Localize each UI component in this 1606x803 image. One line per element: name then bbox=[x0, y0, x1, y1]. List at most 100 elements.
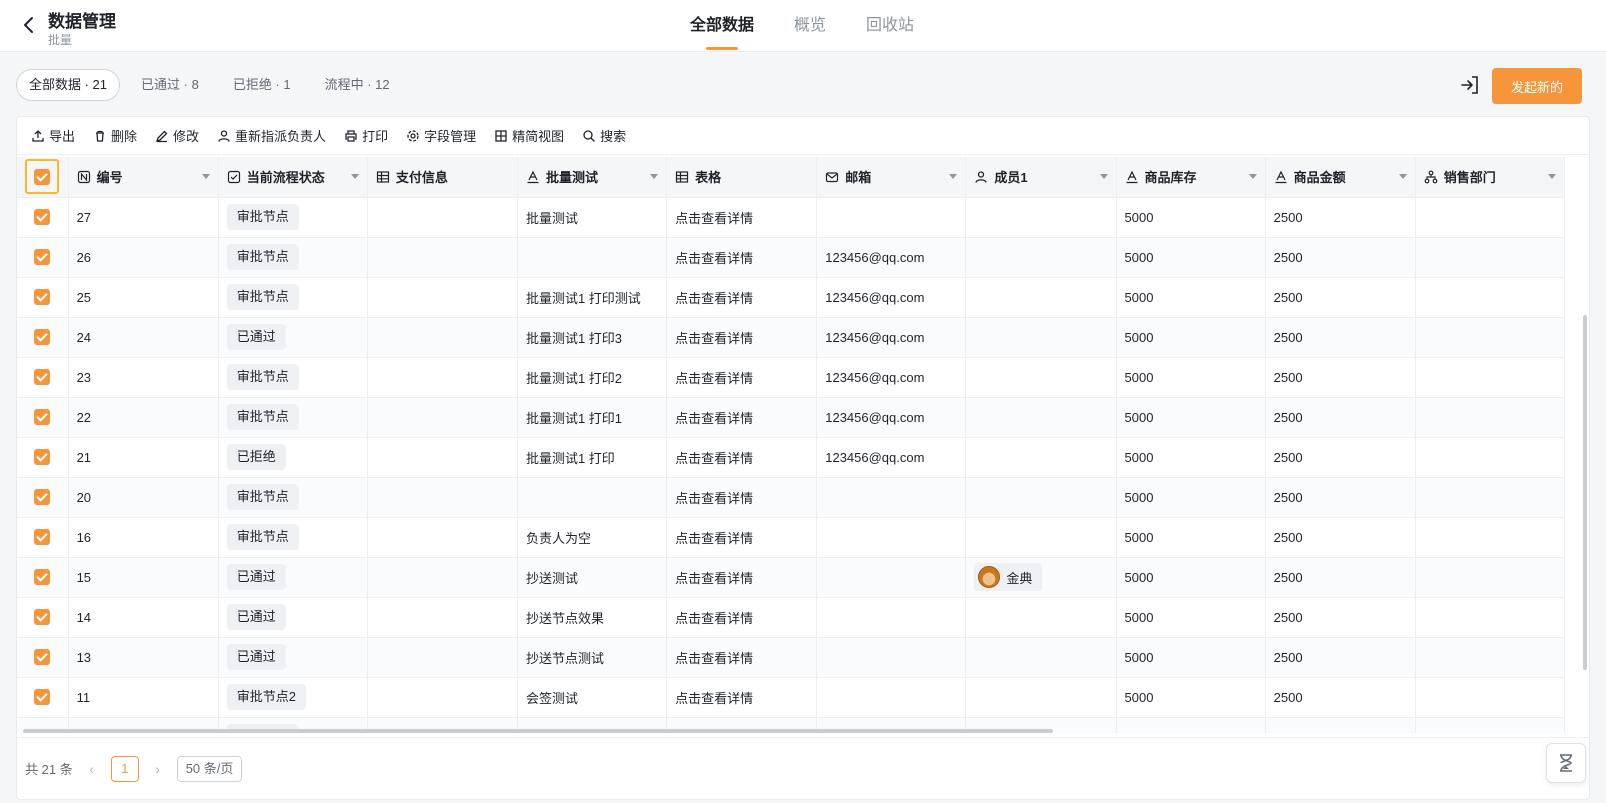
tab-2[interactable]: 回收站 bbox=[866, 0, 914, 52]
table-row[interactable]: 21 已拒绝 批量测试1 打印 点击查看详情 123456@qq.com 5000 2500 bbox=[17, 437, 1566, 478]
table-row[interactable]: 15 已通过 抄送测试 点击查看详情 金典 5000 2500 bbox=[17, 557, 1566, 598]
row-checkbox[interactable] bbox=[34, 529, 51, 546]
table-row[interactable]: 11 审批节点2 会签测试 点击查看详情 5000 2500 bbox=[17, 677, 1566, 718]
page-number-button[interactable]: 1 bbox=[110, 755, 139, 782]
column-header-8[interactable]: 商品金额 bbox=[1265, 157, 1416, 198]
column-menu-caret-icon[interactable] bbox=[1548, 173, 1556, 179]
tab-1[interactable]: 概览 bbox=[794, 0, 826, 52]
page-size-select[interactable]: 50 条/页 bbox=[176, 755, 243, 782]
column-header-label: 支付信息 bbox=[395, 170, 448, 186]
toolbar-user-button[interactable]: 重新指派负责人 bbox=[217, 126, 326, 145]
exit-icon[interactable] bbox=[1459, 74, 1481, 96]
toolbar-print-button[interactable]: 打印 bbox=[344, 126, 388, 145]
cell-table-detail-link[interactable]: 点击查看详情 bbox=[666, 237, 818, 278]
filter-chip-1[interactable]: 已通过 · 8 bbox=[128, 69, 212, 101]
column-header-9[interactable]: 销售部门 bbox=[1415, 157, 1566, 198]
cell-table-detail-link[interactable]: 点击查看详情 bbox=[666, 437, 818, 478]
column-header-0[interactable]: 编号 bbox=[68, 157, 219, 198]
member-chip[interactable]: 金典 bbox=[974, 563, 1043, 591]
filter-chip-0[interactable]: 全部数据 · 21 bbox=[16, 69, 121, 101]
cell-batch: 批量测试1 打印3 bbox=[517, 317, 668, 358]
toolbar-edit-button[interactable]: 修改 bbox=[155, 126, 199, 145]
cell-table-detail-link[interactable]: 点击查看详情 bbox=[666, 397, 818, 438]
horizontal-scrollbar[interactable] bbox=[23, 729, 1053, 733]
column-menu-caret-icon[interactable] bbox=[1248, 173, 1257, 179]
column-header-3[interactable]: 批量测试 bbox=[517, 157, 668, 198]
cell-pay bbox=[367, 597, 518, 638]
cell-table-detail-link[interactable]: 点击查看详情 bbox=[666, 277, 818, 318]
cell-table-detail-link[interactable]: 点击查看详情 bbox=[666, 597, 818, 638]
row-checkbox[interactable] bbox=[34, 249, 51, 266]
column-header-2[interactable]: 支付信息 bbox=[367, 157, 518, 198]
row-checkbox[interactable] bbox=[34, 209, 51, 226]
toolbar-export-button[interactable]: 导出 bbox=[31, 126, 75, 145]
row-checkbox[interactable] bbox=[34, 569, 51, 586]
filter-chip-2[interactable]: 已拒绝 · 1 bbox=[220, 69, 304, 101]
column-header-4[interactable]: 表格 bbox=[666, 157, 818, 198]
column-menu-caret-icon[interactable] bbox=[650, 173, 659, 179]
data-panel: 导出 删除 修改 重新指派负责人 打印 字段管理 精简视图 搜索 编号 当前流程状态 支付信息 批量… bbox=[16, 116, 1590, 800]
table-row[interactable]: 20 审批节点 点击查看详情 5000 2500 bbox=[17, 477, 1566, 518]
cell-table-detail-link[interactable]: 点击查看详情 bbox=[666, 197, 818, 238]
table-row[interactable]: 14 已通过 抄送节点效果 点击查看详情 5000 2500 bbox=[17, 597, 1566, 638]
row-checkbox[interactable] bbox=[34, 329, 51, 346]
column-menu-caret-icon[interactable] bbox=[1099, 173, 1108, 179]
toolbar: 导出 删除 修改 重新指派负责人 打印 字段管理 精简视图 搜索 bbox=[17, 117, 1589, 155]
page-title: 数据管理 bbox=[48, 12, 116, 31]
prev-page-button[interactable]: ‹ bbox=[83, 761, 101, 777]
cell-table-detail-link[interactable]: 点击查看详情 bbox=[666, 557, 818, 598]
toolbar-gear-button[interactable]: 字段管理 bbox=[406, 126, 476, 145]
row-checkbox[interactable] bbox=[34, 449, 51, 466]
row-checkbox[interactable] bbox=[34, 609, 51, 626]
column-menu-caret-icon[interactable] bbox=[1398, 173, 1407, 179]
table-row[interactable]: 24 已通过 批量测试1 打印3 点击查看详情 123456@qq.com 5000 250… bbox=[17, 317, 1566, 358]
table-row[interactable]: 22 审批节点 批量测试1 打印1 点击查看详情 123456@qq.com 5000 25… bbox=[17, 397, 1566, 438]
cell-amount: 2500 bbox=[1265, 637, 1416, 678]
cell-table-detail-link[interactable]: 点击查看详情 bbox=[666, 677, 818, 718]
column-menu-caret-icon[interactable] bbox=[201, 173, 210, 179]
column-menu-caret-icon[interactable] bbox=[949, 173, 958, 179]
create-new-button[interactable]: 发起新的 bbox=[1492, 68, 1582, 104]
row-check-cell bbox=[17, 357, 69, 398]
status-badge: 已通过 bbox=[226, 324, 286, 350]
toolbar-grid-button[interactable]: 精简视图 bbox=[494, 126, 564, 145]
select-all-checkbox[interactable] bbox=[34, 169, 51, 186]
cell-id: 21 bbox=[68, 437, 219, 478]
column-header-5[interactable]: 邮箱 bbox=[816, 157, 967, 198]
column-header-6[interactable]: 成员1 bbox=[965, 157, 1117, 198]
cell-table-detail-link[interactable]: 点击查看详情 bbox=[666, 477, 818, 518]
table-row[interactable]: 13 已通过 抄送节点测试 点击查看详情 5000 2500 bbox=[17, 637, 1566, 678]
column-header-1[interactable]: 当前流程状态 bbox=[218, 157, 368, 198]
row-checkbox[interactable] bbox=[34, 409, 51, 426]
table-row[interactable]: 27 审批节点 批量测试 点击查看详情 5000 2500 bbox=[17, 197, 1566, 238]
back-arrow-icon[interactable] bbox=[18, 14, 40, 36]
table-row[interactable]: 25 审批节点 批量测试1 打印测试 点击查看详情 123456@qq.com 5000 2… bbox=[17, 277, 1566, 318]
cell-email bbox=[816, 517, 967, 558]
column-header-label: 商品金额 bbox=[1293, 170, 1346, 186]
cell-table-detail-link[interactable]: 点击查看详情 bbox=[666, 637, 818, 678]
column-header-inner: 批量测试 bbox=[526, 167, 659, 186]
row-checkbox[interactable] bbox=[34, 689, 51, 706]
toolbar-trash-button[interactable]: 删除 bbox=[93, 126, 137, 145]
cell-table-detail-link[interactable]: 点击查看详情 bbox=[666, 357, 818, 398]
cell-email bbox=[816, 197, 967, 238]
row-checkbox[interactable] bbox=[34, 289, 51, 306]
table-row[interactable]: 16 审批节点 负责人为空 点击查看详情 5000 2500 bbox=[17, 517, 1566, 558]
toolbar-search-button[interactable]: 搜索 bbox=[582, 126, 626, 145]
table-row[interactable]: 26 审批节点 点击查看详情 123456@qq.com 5000 2500 bbox=[17, 237, 1566, 278]
status-badge: 已通过 bbox=[226, 644, 286, 670]
cell-id: 14 bbox=[68, 597, 219, 638]
hourglass-float-button[interactable] bbox=[1546, 743, 1586, 783]
column-menu-caret-icon[interactable] bbox=[350, 173, 359, 179]
column-header-7[interactable]: 商品库存 bbox=[1116, 157, 1266, 198]
row-checkbox[interactable] bbox=[34, 649, 51, 666]
tab-0[interactable]: 全部数据 bbox=[690, 0, 754, 52]
row-checkbox[interactable] bbox=[34, 489, 51, 506]
cell-table-detail-link[interactable]: 点击查看详情 bbox=[666, 317, 818, 358]
next-page-button[interactable]: › bbox=[149, 761, 167, 777]
cell-table-detail-link[interactable]: 点击查看详情 bbox=[666, 517, 818, 558]
table-row[interactable]: 23 审批节点 批量测试1 打印2 点击查看详情 123456@qq.com 5000 25… bbox=[17, 357, 1566, 398]
vertical-scrollbar[interactable] bbox=[1583, 315, 1587, 670]
filter-chip-3[interactable]: 流程中 · 12 bbox=[312, 69, 403, 101]
row-checkbox[interactable] bbox=[34, 369, 51, 386]
